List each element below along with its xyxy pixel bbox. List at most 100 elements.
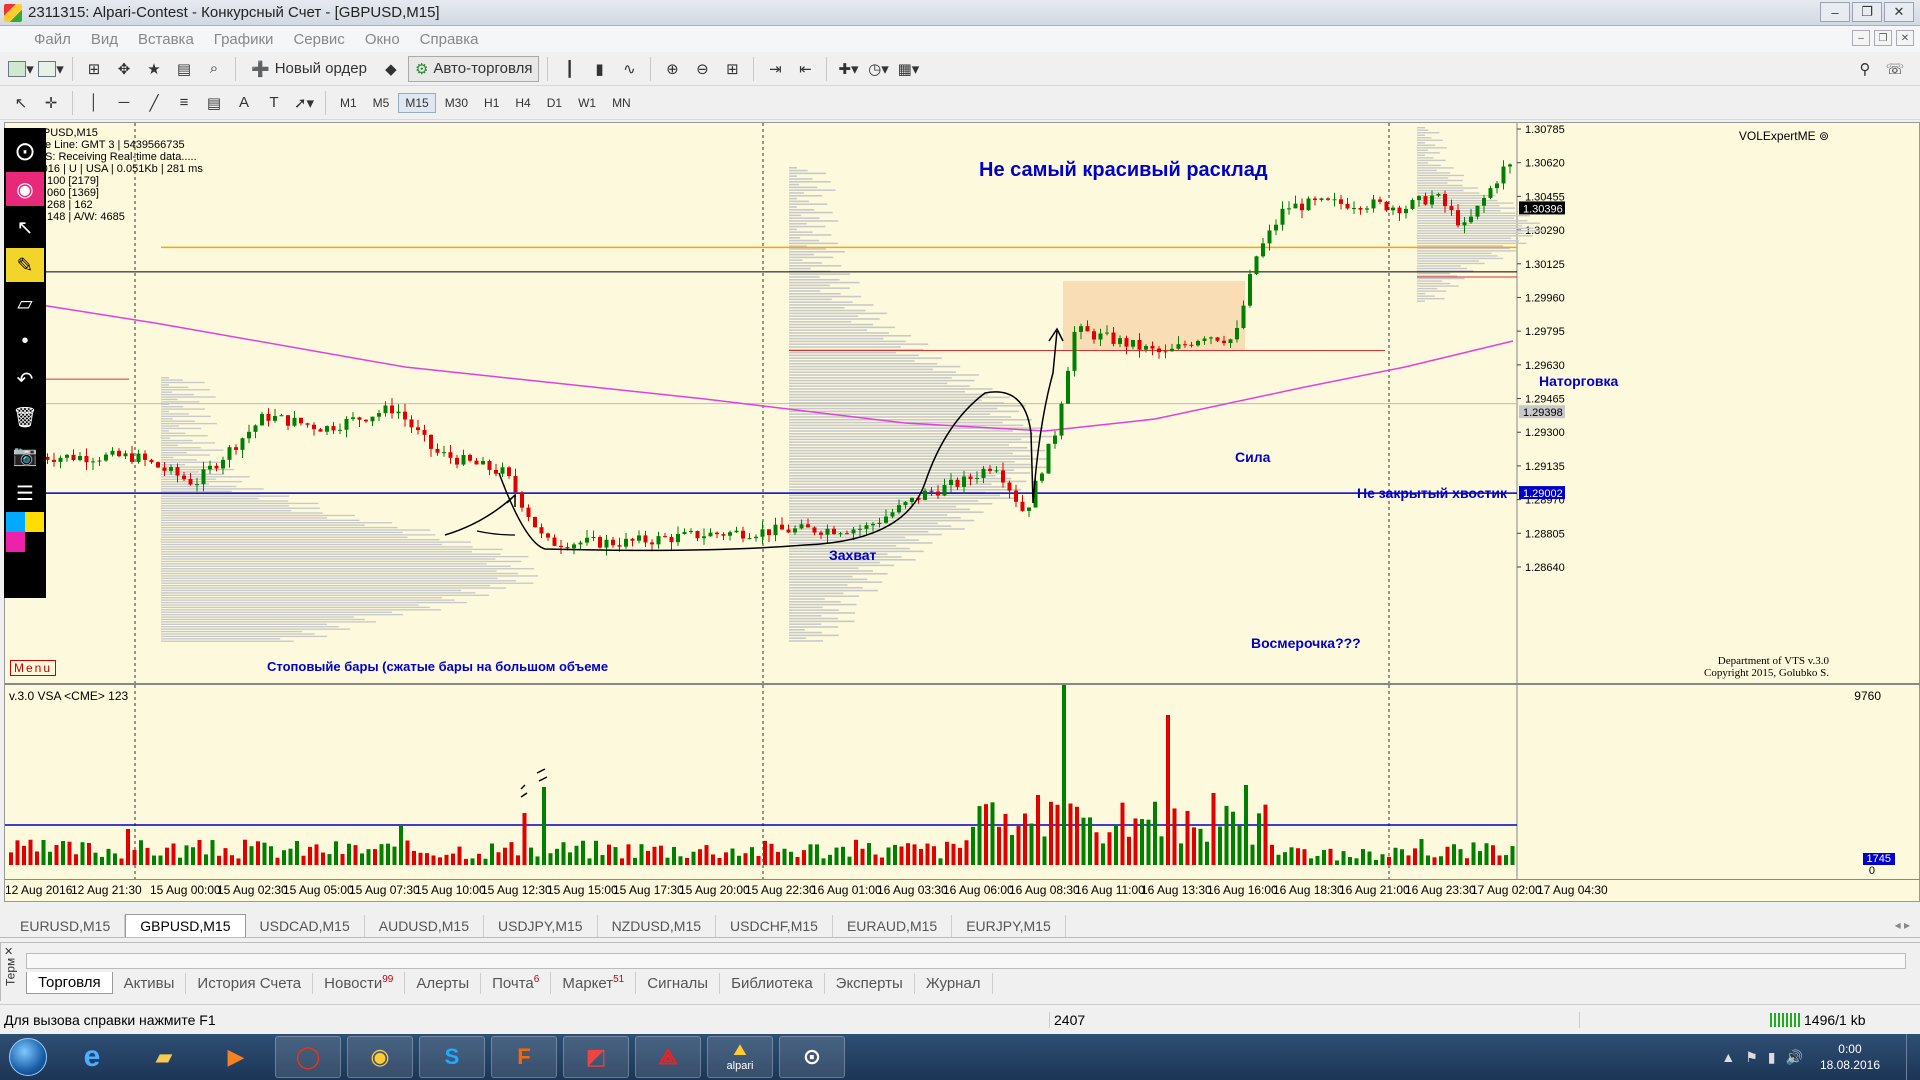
tray-flag-icon[interactable]: ⚑	[1745, 1049, 1758, 1066]
mdi-restore-button[interactable]: ❐	[1874, 30, 1892, 46]
termtab-history[interactable]: История Счета	[186, 972, 314, 994]
market-watch-icon[interactable]: ⊞	[81, 56, 107, 82]
tab-audusd[interactable]: AUDUSD,M15	[365, 915, 484, 937]
volume-subwindow[interactable]: v.3.0 VSA <CME> 123 9760 1745 0	[5, 683, 1920, 879]
pencil-icon[interactable]: ✎	[6, 248, 44, 282]
line-chart-icon[interactable]: ∿	[616, 56, 642, 82]
bar-chart-icon[interactable]: ┃	[556, 56, 582, 82]
camera-icon[interactable]: 📷	[6, 438, 44, 472]
termtab-mail[interactable]: Почта6	[481, 972, 552, 994]
menu-file[interactable]: Файл	[6, 31, 81, 48]
terminal-scrollbar[interactable]	[26, 953, 1906, 969]
connection-status[interactable]: 1496/1 kb	[1580, 1012, 1866, 1028]
color-yellow-swatch[interactable]	[25, 512, 44, 532]
close-button[interactable]: ✕	[1884, 2, 1914, 22]
tab-euraud[interactable]: EURAUD,M15	[833, 915, 953, 937]
tf-m30[interactable]: M30	[438, 93, 475, 113]
metaeditor-icon[interactable]: ◆	[378, 56, 404, 82]
pin-icon[interactable]: ⊙	[6, 134, 44, 168]
system-clock[interactable]: 0:00 18.08.2016	[1808, 1041, 1906, 1073]
chart-window[interactable]: 1.30785 1.30620 1.30455 1.30290 1.30125 1.299…	[4, 122, 1920, 902]
tab-eurusd[interactable]: EURUSD,M15	[6, 915, 126, 937]
termtab-journal[interactable]: Журнал	[915, 972, 993, 994]
media-player-icon[interactable]: ▶	[203, 1036, 269, 1078]
data-window-icon[interactable]: ✥	[111, 56, 137, 82]
auto-trading-button[interactable]: ⚙ Авто-торговля	[407, 55, 540, 82]
arrows-icon[interactable]: ➚▾	[291, 90, 317, 116]
tray-volume-icon[interactable]: 🔊	[1786, 1049, 1803, 1066]
termtab-news[interactable]: Новости99	[313, 972, 406, 994]
menu-view[interactable]: Вид	[81, 31, 128, 48]
alpari-icon[interactable]: ⛰ alpari	[707, 1036, 773, 1078]
termtab-market[interactable]: Маркет51	[551, 972, 637, 994]
color-palette[interactable]	[6, 512, 44, 552]
strategy-tester-icon[interactable]: ⌕	[201, 56, 227, 82]
tf-w1[interactable]: W1	[571, 93, 603, 113]
forex-app-icon[interactable]: F	[491, 1036, 557, 1078]
terminal-close-icon[interactable]: ✕	[4, 945, 13, 958]
indicators-icon[interactable]: ✚▾	[835, 56, 861, 82]
price-chart[interactable]: 1.30785 1.30620 1.30455 1.30290 1.30125 1.299…	[5, 123, 1920, 683]
tf-h4[interactable]: H4	[508, 93, 537, 113]
text-label-icon[interactable]: T	[261, 90, 287, 116]
tf-m15[interactable]: M15	[398, 92, 436, 113]
undo-icon[interactable]: ↶	[6, 362, 44, 396]
menu-tools[interactable]: Сервис	[283, 31, 354, 48]
tray-network-icon[interactable]: ▮	[1768, 1049, 1776, 1066]
tf-m1[interactable]: M1	[333, 93, 364, 113]
termtab-alerts[interactable]: Алерты	[405, 972, 482, 994]
tab-eurjpy[interactable]: EURJPY,M15	[952, 915, 1066, 937]
price-chart-canvas[interactable]: 1.307851.306201.304551.302901.301251.299…	[5, 123, 1920, 683]
opera-icon[interactable]: ◯	[275, 1036, 341, 1078]
channel-icon[interactable]: ≡	[171, 90, 197, 116]
tab-scroll-arrows[interactable]: ◂ ▸	[1895, 918, 1910, 932]
dot-icon[interactable]: •	[6, 324, 44, 358]
termtab-assets[interactable]: Активы	[113, 972, 187, 994]
termtab-experts[interactable]: Эксперты	[825, 972, 915, 994]
termtab-signals[interactable]: Сигналы	[636, 972, 721, 994]
search-icon[interactable]: ⚲	[1852, 56, 1878, 82]
new-order-button[interactable]: ➕ Новый ордер	[244, 56, 374, 82]
tf-m5[interactable]: M5	[366, 93, 397, 113]
chat-icon[interactable]: ☏	[1882, 56, 1908, 82]
color-cyan-swatch[interactable]	[6, 512, 25, 532]
navigator-icon[interactable]: ★	[141, 56, 167, 82]
pointer-icon[interactable]: ↖	[6, 210, 44, 244]
tray-expand-icon[interactable]: ▲	[1721, 1049, 1735, 1065]
menu-help[interactable]: Справка	[410, 31, 489, 48]
new-chart-icon[interactable]: ▾	[8, 56, 34, 82]
ie-icon[interactable]: e	[59, 1036, 125, 1078]
mdi-close-button[interactable]: ✕	[1896, 30, 1914, 46]
auto-scroll-icon[interactable]: ⇥	[762, 56, 788, 82]
explorer-icon[interactable]: ▰	[131, 1036, 197, 1078]
start-button[interactable]	[0, 1034, 56, 1080]
termtab-trade[interactable]: Торговля	[26, 972, 113, 994]
templates-icon[interactable]: ▦▾	[895, 56, 921, 82]
color-magenta-swatch[interactable]	[6, 532, 25, 552]
vertical-line-icon[interactable]: │	[81, 90, 107, 116]
chart-app-icon[interactable]: ◩	[563, 1036, 629, 1078]
minimize-button[interactable]: –	[1820, 2, 1850, 22]
terminal-icon[interactable]: ▤	[171, 56, 197, 82]
trash-icon[interactable]: 🗑	[6, 400, 44, 434]
color-black-swatch[interactable]	[25, 532, 44, 552]
cursor-icon[interactable]: ↖	[8, 90, 34, 116]
mdi-minimize-button[interactable]: –	[1852, 30, 1870, 46]
text-icon[interactable]: A	[231, 90, 257, 116]
indicator-settings-icon[interactable]: ⊚	[1819, 129, 1829, 143]
termtab-library[interactable]: Библиотека	[720, 972, 825, 994]
trendline-icon[interactable]: ╱	[141, 90, 167, 116]
tf-d1[interactable]: D1	[540, 93, 569, 113]
skype-icon[interactable]: S	[419, 1036, 485, 1078]
profiles-icon[interactable]: ▾	[38, 56, 64, 82]
chrome-icon[interactable]: ◉	[347, 1036, 413, 1078]
tf-mn[interactable]: MN	[605, 93, 638, 113]
tab-nzdusd[interactable]: NZDUSD,M15	[598, 915, 717, 937]
candlestick-icon[interactable]: ▮	[586, 56, 612, 82]
periods-icon[interactable]: ◷▾	[865, 56, 891, 82]
fibonacci-icon[interactable]: ▤	[201, 90, 227, 116]
volume-canvas[interactable]	[5, 685, 1920, 879]
tab-usdchf[interactable]: USDCHF,M15	[716, 915, 833, 937]
tab-gbpusd[interactable]: GBPUSD,M15	[125, 914, 246, 937]
menu-charts[interactable]: Графики	[204, 31, 284, 48]
